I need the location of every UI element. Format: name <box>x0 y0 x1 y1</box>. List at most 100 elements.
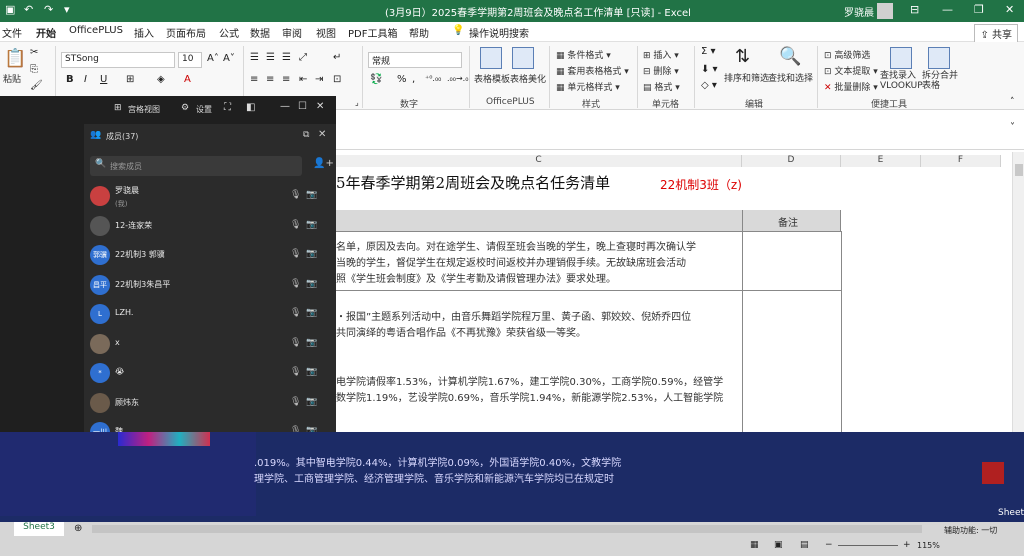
vlookup-button[interactable]: 查找录入 VLOOKUP <box>880 71 924 91</box>
align-center-icon[interactable]: ≡ <box>266 74 274 85</box>
tab-view[interactable]: 视图 <box>316 25 336 40</box>
meeting-maximize-icon[interactable]: ☐ <box>298 101 307 112</box>
add-sheet-icon[interactable]: ⊕ <box>74 523 82 534</box>
vlookup-icon[interactable] <box>890 47 912 69</box>
tab-file[interactable]: 文件 <box>2 25 22 40</box>
panel-close-icon[interactable]: ✕ <box>318 129 326 140</box>
increase-indent-icon[interactable]: ⇥ <box>315 74 323 85</box>
camera-off-icon[interactable]: 📷 <box>306 279 317 289</box>
camera-off-icon[interactable]: 📷 <box>306 397 317 407</box>
increase-decimal-icon[interactable]: ⁺⁰.₀₀ <box>425 74 441 83</box>
task-line[interactable]: 共同演绎的粤语合唱作品《不再犹豫》荣获省级一等奖。 <box>336 324 586 339</box>
remark-header[interactable]: 备注 <box>778 214 798 229</box>
insert-cells-button[interactable]: ⊞ 插入 ▾ <box>643 48 679 61</box>
align-right-icon[interactable]: ≡ <box>282 74 290 85</box>
tell-me-search[interactable]: 操作说明搜索 <box>469 25 529 40</box>
camera-off-icon[interactable]: 📷 <box>306 308 317 318</box>
member-row[interactable]: 顾炜东 🎙 📷 <box>84 389 336 418</box>
sheet-tab-right[interactable]: Sheet <box>998 508 1024 518</box>
delete-cells-button[interactable]: ⊟ 删除 ▾ <box>643 64 679 77</box>
settings-icon[interactable]: ⚙ <box>181 103 189 113</box>
task-line[interactable]: 数学院1.19%，艺设学院0.69%，音乐学院1.94%，新能源学院2.53%，… <box>336 389 723 404</box>
decrease-indent-icon[interactable]: ⇤ <box>299 74 307 85</box>
comma-icon[interactable]: , <box>412 74 415 85</box>
fullscreen-icon[interactable]: ⛶ <box>224 102 231 113</box>
restore-icon[interactable]: ❐ <box>974 3 984 16</box>
customize-icon[interactable]: ▾ <box>64 3 70 16</box>
font-name-select[interactable]: STSong <box>61 52 175 68</box>
paste-label[interactable]: 粘贴 <box>3 72 21 85</box>
tab-review[interactable]: 审阅 <box>282 25 302 40</box>
microphone-icon[interactable]: 🎙 <box>290 338 301 348</box>
italic-icon[interactable]: I <box>84 74 87 85</box>
orientation-icon[interactable]: ⤢ <box>299 52 307 63</box>
member-row[interactable]: x 🎙 📷 <box>84 330 336 359</box>
meeting-minimize-icon[interactable]: — <box>280 101 290 112</box>
format-cells-button[interactable]: ▤ 格式 ▾ <box>643 80 680 93</box>
microphone-icon[interactable]: 🎙 <box>290 249 301 259</box>
lightbulb-icon[interactable]: 💡 <box>452 25 464 36</box>
user-avatar[interactable] <box>877 3 893 19</box>
task-line[interactable]: 照《学生班会制度》及《学生考勤及请假管理办法》要求处理。 <box>336 270 616 285</box>
align-top-icon[interactable]: ☰ <box>250 52 259 63</box>
camera-off-icon[interactable]: 📷 <box>306 367 317 377</box>
member-row[interactable]: L LZH. 🎙 📷 <box>84 300 336 329</box>
tab-page-layout[interactable]: 页面布局 <box>166 25 206 40</box>
column-header-d[interactable]: D <box>742 155 841 167</box>
split-merge-button[interactable]: 拆分合并 表格 <box>922 71 958 91</box>
task-line[interactable]: 电学院请假率1.53%，计算机学院1.67%，建工学院0.30%，工商学院0.5… <box>336 373 723 388</box>
format-as-table-button[interactable]: ▦ 套用表格格式 ▾ <box>556 64 629 77</box>
class-tag[interactable]: 22机制3班（z) <box>660 176 742 193</box>
border-icon[interactable]: ⊞ <box>126 74 134 85</box>
fill-color-icon[interactable]: ◈ <box>157 74 165 85</box>
currency-icon[interactable]: 💱 <box>370 74 382 85</box>
task-line[interactable]: ・报国”主题系列活动中，由音乐舞蹈学院程万里、黄子函、郭姣姣、倪娇乔四位 <box>336 308 691 323</box>
table-template-icon[interactable] <box>480 47 502 69</box>
advanced-filter-button[interactable]: ⊡ 高级筛选 <box>824 48 870 61</box>
shrink-font-icon[interactable]: A˅ <box>223 53 235 64</box>
font-size-select[interactable]: 10 <box>178 52 202 68</box>
table-beautify-icon[interactable] <box>512 47 534 69</box>
camera-off-icon[interactable]: 📷 <box>306 249 317 259</box>
microphone-icon[interactable]: 🎙 <box>290 367 301 377</box>
align-middle-icon[interactable]: ☰ <box>266 52 275 63</box>
wrap-text-icon[interactable]: ↵ <box>333 52 341 63</box>
accessibility-status[interactable]: 辅助功能: 一切 <box>944 525 997 536</box>
tab-pdf[interactable]: PDF工具箱 <box>348 25 397 40</box>
tab-data[interactable]: 数据 <box>250 25 270 40</box>
camera-off-icon[interactable]: 📷 <box>306 190 317 200</box>
share-button[interactable]: ⇪ 共享 <box>974 24 1018 43</box>
font-color-icon[interactable]: A <box>184 74 191 85</box>
member-row[interactable]: 罗骁晨 (我) 🎙 📷 <box>84 182 336 211</box>
batch-delete-button[interactable]: ✕ 批量删除 ▾ <box>824 80 878 93</box>
find-select-icon[interactable]: 🔍 <box>779 46 801 67</box>
fill-icon[interactable]: ⬇ ▾ <box>701 64 718 75</box>
sheet-title[interactable]: 5年春季学期第2周班会及晚点名任务清单 <box>336 172 610 193</box>
split-merge-icon[interactable] <box>928 47 950 69</box>
alignment-launcher-icon[interactable]: ⌟ <box>355 98 359 107</box>
expand-formula-icon[interactable]: ˅ <box>1010 122 1015 133</box>
redo-icon[interactable]: ↷ <box>44 3 53 16</box>
user-name[interactable]: 罗骁晨 <box>844 4 874 19</box>
tab-formulas[interactable]: 公式 <box>219 25 239 40</box>
table-beautify-button[interactable]: 表格美化 <box>510 72 546 85</box>
normal-view-icon[interactable]: ▦ <box>750 540 759 550</box>
column-header-f[interactable]: F <box>921 155 1001 167</box>
tab-officeplus[interactable]: OfficePLUS <box>69 25 123 36</box>
tab-insert[interactable]: 插入 <box>134 25 154 40</box>
sheet-tab-sheet3[interactable]: Sheet3 <box>14 522 64 536</box>
conditional-format-button[interactable]: ▦ 条件格式 ▾ <box>556 48 611 61</box>
find-select-button[interactable]: 查找和选择 <box>768 71 813 84</box>
gallery-view-button[interactable]: 宫格视图 <box>128 104 160 115</box>
minimize-icon[interactable]: — <box>942 3 953 16</box>
settings-button[interactable]: 设置 <box>196 104 212 115</box>
cell-styles-button[interactable]: ▦ 单元格样式 ▾ <box>556 80 620 93</box>
align-left-icon[interactable]: ≡ <box>250 74 258 85</box>
close-icon[interactable]: ✕ <box>1005 3 1014 16</box>
column-header-e[interactable]: E <box>841 155 921 167</box>
task-line[interactable]: 当晚的学生，督促学生在规定返校时间返校并办理销假手续。无故缺席班会活动 <box>336 254 686 269</box>
number-format-select[interactable]: 常规 <box>368 52 462 68</box>
member-search-box[interactable]: 🔍 搜索成员 <box>90 156 302 176</box>
format-painter-icon[interactable]: 🖌 <box>30 80 43 91</box>
camera-off-icon[interactable]: 📷 <box>306 338 317 348</box>
